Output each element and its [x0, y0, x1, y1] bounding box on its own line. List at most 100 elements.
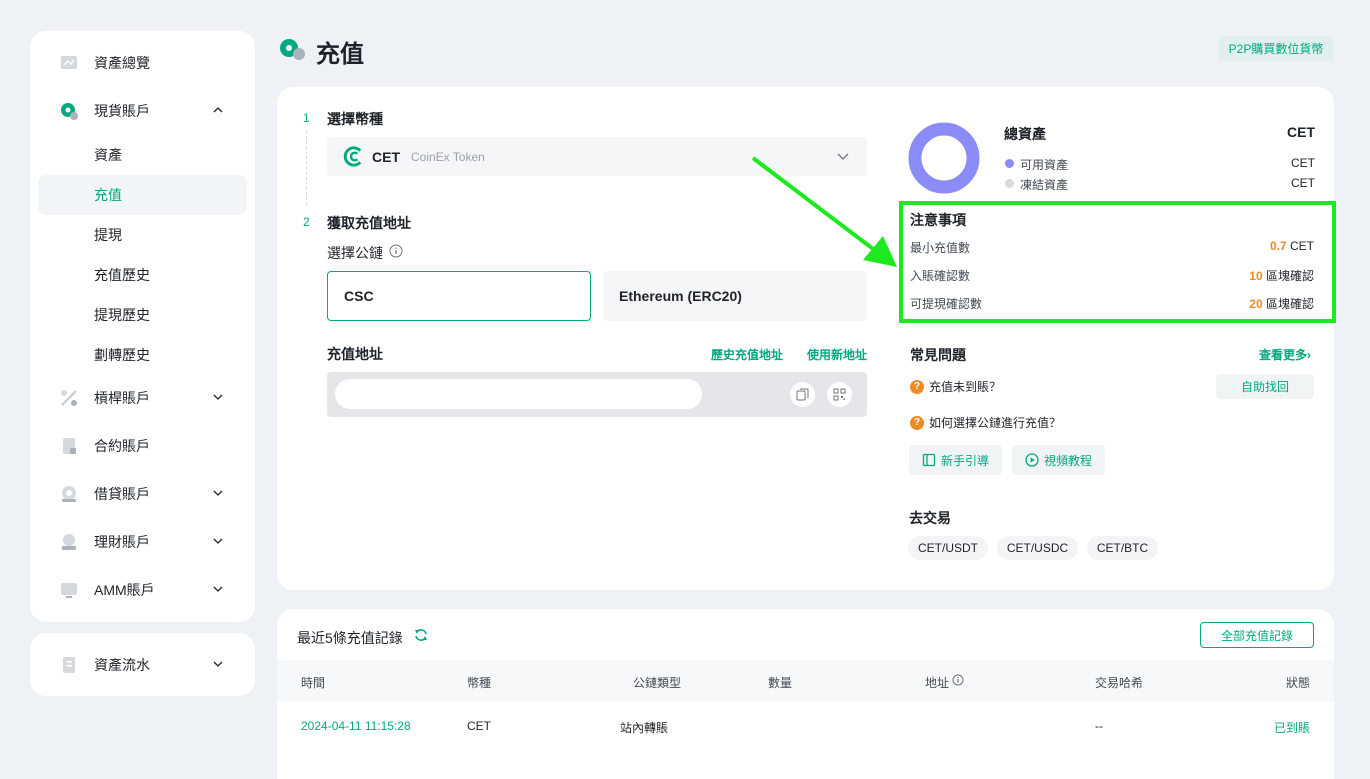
spot-account-icon	[61, 103, 78, 120]
chain-option-erc20[interactable]: Ethereum (ERC20)	[603, 271, 867, 321]
nav-transfer-history[interactable]: 劃轉歷史	[38, 335, 247, 375]
nav-label: 借貸賬戶	[94, 486, 150, 502]
column-header-hash: 交易哈希	[1095, 676, 1144, 690]
row-hash: --	[1095, 719, 1103, 733]
nav-loan-account[interactable]: 借貸賬戶	[30, 474, 255, 514]
book-icon	[922, 453, 936, 467]
all-records-button[interactable]: 全部充值記錄	[1200, 622, 1314, 648]
nav-label: 充值歷史	[94, 267, 150, 283]
copy-button[interactable]	[790, 382, 815, 407]
confirm-count: 10	[1249, 269, 1263, 283]
guide-label: 新手引導	[940, 453, 989, 468]
nav-label: 合約賬戶	[94, 438, 150, 454]
history-address-link[interactable]: 歷史充值地址	[711, 346, 783, 363]
min-deposit-unit: CET	[1290, 239, 1314, 253]
nav-margin-account[interactable]: 槓桿賬戶	[30, 378, 255, 418]
nav-spot-account[interactable]: 現貨賬戶	[30, 91, 255, 131]
go-trade-title: 去交易	[909, 510, 951, 526]
chevron-down-icon	[213, 490, 223, 496]
deposit-address-label: 充值地址	[327, 346, 383, 362]
self-help-button[interactable]: 自助找回	[1216, 374, 1314, 399]
frozen-dot	[1005, 179, 1014, 188]
available-unit: CET	[1291, 156, 1315, 170]
row-status: 已到賬	[1274, 721, 1311, 735]
coin-name: CoinEx Token	[411, 150, 485, 164]
chevron-down-icon	[213, 394, 223, 400]
faq-question-text: 如何選擇公鏈進行充值？	[929, 416, 1062, 430]
overview-icon	[61, 56, 77, 69]
row-chain: 站內轉賬	[620, 721, 669, 735]
total-assets-title: 總資產	[1004, 126, 1046, 142]
qrcode-button[interactable]	[827, 382, 852, 407]
qrcode-icon	[833, 388, 846, 401]
sidebar: 資產總覽 現貨賬戶 資產 充值 提現 充值歷史 提現歷史 劃轉歷史 槓桿賬戶 合…	[30, 31, 255, 622]
confirm-label: 入賬確認數	[910, 269, 971, 283]
nav-amm-account[interactable]: AMM賬戶	[30, 570, 255, 610]
p2p-buy-button[interactable]: P2P購買數位貨幣	[1218, 36, 1334, 61]
copy-icon	[796, 388, 809, 401]
nav-deposit-history[interactable]: 充值歷史	[38, 255, 247, 295]
step-connector	[306, 131, 307, 205]
loan-icon	[62, 486, 76, 502]
min-deposit-value: 0.7 CET	[1100, 239, 1314, 253]
flow-icon	[63, 657, 75, 673]
row-time[interactable]: 2024-04-11 11:15:28	[301, 719, 411, 733]
video-tutorial-button[interactable]: 視頻教程	[1012, 445, 1105, 475]
nav-spot-deposit[interactable]: 充值	[38, 175, 247, 215]
page-title: 充值	[316, 41, 364, 68]
faq-more-link[interactable]: 查看更多›	[1259, 346, 1311, 363]
chain-option-csc[interactable]: CSC	[327, 271, 591, 321]
deposit-address-box	[327, 372, 867, 417]
confirm-value: 10 區塊確認	[1100, 267, 1314, 284]
step-number: 1	[303, 111, 310, 125]
nav-spot-withdraw[interactable]: 提現	[38, 215, 247, 255]
chevron-up-icon	[213, 107, 223, 113]
trade-pair-cet-usdc[interactable]: CET/USDC	[997, 536, 1078, 560]
records-title: 最近5條充值記錄	[297, 630, 403, 646]
info-icon[interactable]	[952, 674, 964, 686]
play-icon	[1025, 453, 1039, 467]
chevron-down-icon	[213, 586, 223, 592]
nav-withdraw-history[interactable]: 提現歷史	[38, 295, 247, 335]
available-label: 可用資產	[1020, 158, 1069, 172]
frozen-unit: CET	[1291, 176, 1315, 190]
available-dot	[1005, 159, 1014, 168]
nav-asset-flow[interactable]: 資產流水	[30, 645, 255, 685]
nav-finance-account[interactable]: 理財賬戶	[30, 522, 255, 562]
trade-pair-cet-btc[interactable]: CET/BTC	[1087, 536, 1158, 560]
step-number: 2	[303, 215, 310, 229]
margin-icon	[61, 390, 77, 406]
trade-pair-cet-usdt[interactable]: CET/USDT	[908, 536, 988, 560]
column-header-chain: 公鏈類型	[633, 676, 682, 690]
withdraw-confirm-count: 20	[1249, 297, 1263, 311]
column-header-coin: 幣種	[467, 676, 492, 690]
nav-label: 理財賬戶	[94, 534, 150, 550]
finance-icon	[62, 534, 76, 550]
column-header-address: 地址	[925, 674, 949, 691]
new-address-link[interactable]: 使用新地址	[807, 346, 867, 363]
amm-icon	[61, 583, 77, 598]
info-icon[interactable]	[389, 244, 403, 258]
nav-label: 資產總覽	[94, 55, 150, 71]
coin-symbol: CET	[372, 149, 400, 165]
chevron-down-icon	[213, 661, 223, 667]
column-header-address-text: 地址	[925, 676, 950, 690]
refresh-icon[interactable]	[414, 628, 428, 642]
nav-asset-overview[interactable]: 資產總覽	[30, 43, 255, 83]
beginner-guide-button[interactable]: 新手引導	[909, 445, 1002, 475]
column-header-time: 時間	[301, 676, 326, 690]
nav-label: 充值	[94, 187, 122, 203]
notice-title: 注意事項	[910, 212, 966, 228]
faq-question-1[interactable]: ? 充值未到賬？	[910, 378, 1001, 395]
faq-question-2[interactable]: ? 如何選擇公鏈進行充值？	[910, 414, 1061, 431]
nav-futures-account[interactable]: 合約賬戶	[30, 426, 255, 466]
nav-label: 提現歷史	[94, 307, 150, 323]
nav-label: 現貨賬戶	[94, 103, 150, 119]
withdraw-confirm-value: 20 區塊確認	[1100, 295, 1314, 312]
faq-title: 常見問題	[910, 347, 966, 363]
nav-spot-assets[interactable]: 資產	[38, 135, 247, 175]
assets-donut-chart	[908, 122, 980, 194]
get-address-title: 獲取充值地址	[327, 215, 411, 231]
select-coin-title: 選擇幣種	[327, 111, 383, 127]
chevron-down-icon	[213, 538, 223, 544]
